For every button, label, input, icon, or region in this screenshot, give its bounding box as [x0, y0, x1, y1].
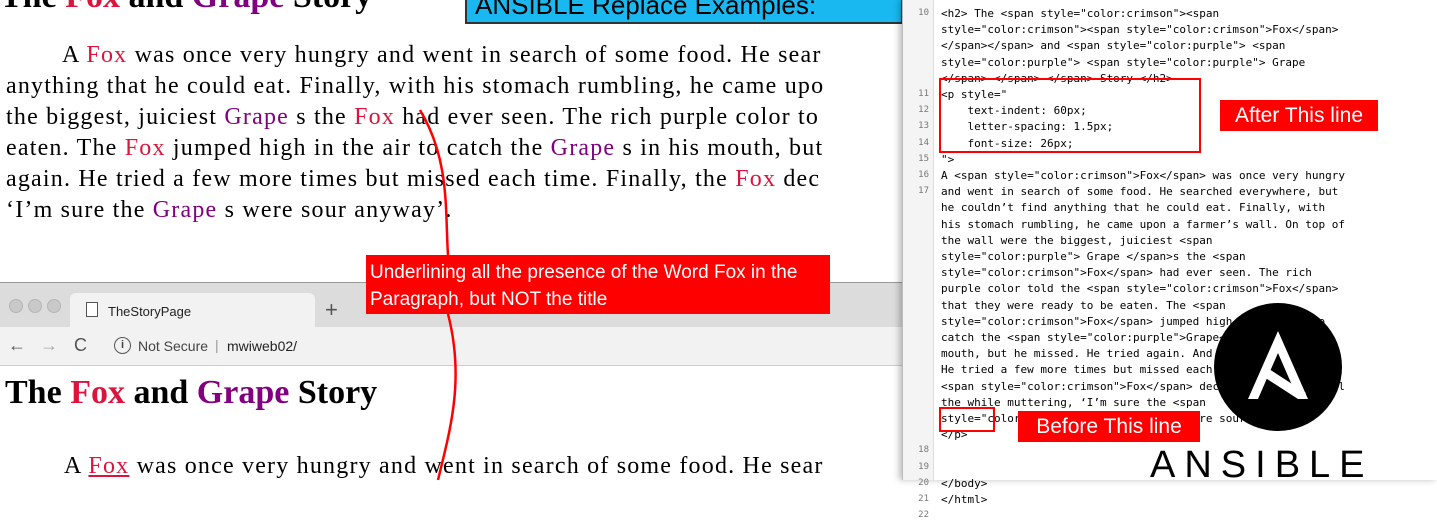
- code-line[interactable]: ">: [941, 152, 954, 168]
- line-number: 19: [918, 461, 929, 472]
- line-number: 16: [918, 170, 929, 180]
- code-line[interactable]: that they were ready to be eaten. The <s…: [941, 298, 1226, 314]
- after-line-label: After This line: [1220, 100, 1378, 131]
- code-line[interactable]: </html>: [941, 492, 987, 508]
- line-number-gutter: 10 11 12 13 14 15 16 17 18 19 20 21 22: [903, 0, 934, 520]
- line-number: 15: [918, 153, 929, 164]
- line-number: 13: [918, 121, 929, 132]
- before-line-label: Before This line: [1018, 411, 1200, 442]
- line-number: 11: [918, 89, 929, 99]
- code-editor[interactable]: 10 11 12 13 14 15 16 17 18 19 20 21 22 <h2> The <spa…: [902, 0, 1437, 520]
- line-number: 21: [918, 494, 929, 504]
- code-line[interactable]: <h2> The <span style="color:crimson"><sp…: [941, 6, 1219, 22]
- code-line[interactable]: he couldn’t find anything that he could …: [941, 200, 1325, 216]
- line-number: 18: [918, 445, 929, 456]
- line-number: 10: [918, 8, 929, 18]
- code-line[interactable]: style="color:crimson">Fox</span> had eve…: [941, 265, 1312, 281]
- code-line[interactable]: style="color:purple"> <span style="color…: [941, 55, 1305, 71]
- line-number: 22: [918, 510, 929, 520]
- code-line[interactable]: the wall were the biggest, juiciest <spa…: [941, 233, 1213, 249]
- ansible-wordmark: ANSIBLE: [1150, 444, 1374, 486]
- underline-annotation: Underlining all the presence of the Word…: [366, 255, 830, 314]
- code-line[interactable]: and went in search of some food. He sear…: [941, 184, 1338, 200]
- annotation-arrow: [418, 109, 457, 480]
- line-number: 12: [918, 105, 929, 116]
- line-number: 14: [918, 137, 929, 148]
- code-line[interactable]: his stomach rumbling, he came upon a far…: [941, 217, 1345, 233]
- before-line-highlight: [939, 407, 995, 432]
- code-line[interactable]: </body>: [941, 476, 987, 492]
- after-line-highlight: [939, 78, 1201, 153]
- code-line[interactable]: mouth, but he missed. He tried again. An…: [941, 346, 1259, 362]
- code-line[interactable]: purple color told the <span style="color…: [941, 281, 1338, 297]
- line-number: 17: [918, 186, 929, 197]
- line-number: 20: [918, 477, 929, 488]
- ansible-logo-icon: [1214, 303, 1342, 431]
- code-line[interactable]: </span></span> and <span style="color:pu…: [941, 38, 1285, 54]
- code-line[interactable]: style="color:purple"> Grape </span>s the…: [941, 249, 1246, 265]
- code-line[interactable]: style="color:crimson"><span style="color…: [941, 22, 1338, 38]
- code-line[interactable]: A <span style="color:crimson">Fox</span>…: [941, 168, 1345, 184]
